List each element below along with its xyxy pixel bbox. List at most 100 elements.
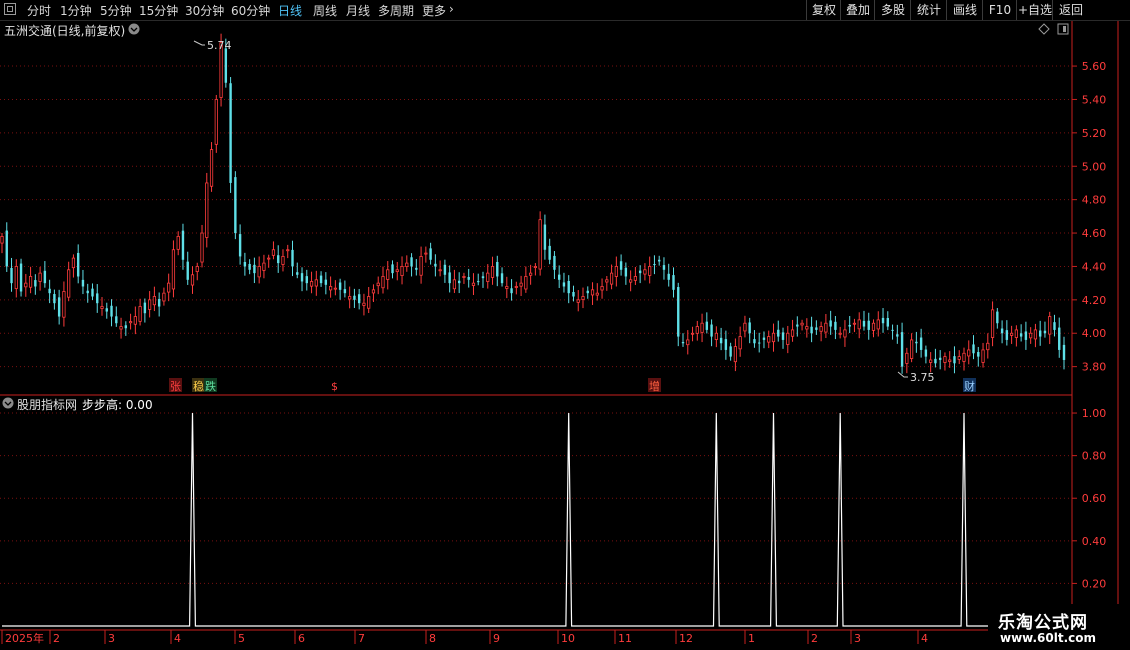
candle [10, 257, 13, 292]
candle [986, 333, 990, 359]
menu-icon[interactable] [4, 3, 16, 15]
period-tab-10[interactable]: 更多 [422, 2, 446, 19]
candle [186, 251, 189, 285]
candle [738, 326, 742, 357]
candle [538, 211, 542, 276]
low-label: 3.75 [910, 371, 935, 384]
indicator-dropdown-icon[interactable] [2, 397, 14, 409]
candle [67, 261, 71, 302]
toolbar-button-6[interactable]: +自选 [1016, 0, 1053, 20]
candle [848, 316, 851, 333]
candle [71, 254, 76, 278]
candle [567, 275, 570, 304]
candle [195, 262, 199, 281]
candle [543, 214, 547, 260]
diamond-icon[interactable] [1038, 23, 1050, 35]
toolbar-button-2[interactable]: 多股 [874, 0, 911, 20]
candle [719, 327, 723, 351]
candle [171, 240, 176, 298]
period-toolbar: 分时 1分钟 5分钟 15分钟 30分钟 60分钟 日线 周线 月线 多周期 更多 › 复权 叠加 多股统… [0, 0, 1130, 21]
candle [810, 316, 813, 343]
candle [876, 311, 880, 337]
candle [790, 319, 795, 342]
candle [314, 270, 318, 296]
indicator-tick-label: 0.60 [1082, 492, 1107, 505]
candle [243, 252, 247, 276]
toolbar-button-7[interactable]: 返回 [1052, 0, 1089, 20]
candles [0, 33, 1066, 374]
candle [1058, 317, 1061, 358]
candle [291, 240, 294, 277]
date-axis: 2025年 2 3 4 5 6 7 8 9 10 11 12 1 2 3 4 [1, 630, 928, 645]
candle [805, 318, 809, 338]
candle [405, 255, 409, 272]
panel-toggle-icon[interactable] [1057, 23, 1069, 35]
candle [329, 276, 333, 298]
price-tick-label: 5.40 [1082, 93, 1107, 106]
period-tab-7[interactable]: 周线 [313, 2, 337, 19]
candle [333, 280, 337, 296]
candle [781, 327, 785, 349]
indicator-tick-label: 0.40 [1082, 535, 1107, 548]
candle [834, 316, 837, 340]
kline-chart[interactable]: 3.80 4.00 4.20 4.40 4.60 4.80 5.00 5.20 5.40 5.60… [0, 21, 1130, 650]
candle [590, 282, 595, 305]
period-tab-8[interactable]: 月线 [346, 2, 370, 19]
candle [662, 257, 666, 280]
candle [234, 171, 237, 240]
period-tab-1[interactable]: 1分钟 [60, 2, 92, 19]
candle [871, 319, 876, 338]
period-tab-5[interactable]: 60分钟 [231, 2, 270, 19]
event-label: 张 [170, 380, 181, 393]
period-tab-4[interactable]: 30分钟 [185, 2, 224, 19]
high-annotation: 5.74 [193, 39, 232, 52]
candle [1053, 314, 1056, 337]
candle [605, 276, 609, 291]
candle [1010, 325, 1014, 344]
candle [1033, 323, 1038, 348]
candle [762, 331, 766, 349]
candle [843, 320, 847, 347]
candle [248, 259, 251, 275]
event-label: 财 [964, 379, 975, 393]
candle [190, 266, 195, 294]
candle [471, 273, 476, 296]
candle [533, 263, 537, 276]
toolbar-button-4[interactable]: 画线 [946, 0, 983, 20]
low-annotation: 3.75 [897, 371, 935, 384]
candle [376, 276, 380, 295]
main-gridlines [0, 65, 1072, 368]
candle [524, 266, 528, 293]
candle [138, 298, 142, 326]
more-chevron-icon[interactable]: › [449, 2, 454, 16]
candle [53, 289, 56, 310]
candle [14, 259, 18, 298]
candle [695, 320, 699, 341]
candle [633, 266, 637, 286]
candle [205, 172, 209, 248]
candle [262, 254, 266, 279]
date-tick-label: 8 [429, 632, 436, 645]
indicator-tick-label: 0.80 [1082, 450, 1107, 463]
period-tab-9[interactable]: 多周期 [378, 2, 414, 19]
toolbar-button-3[interactable]: 统计 [910, 0, 947, 20]
toolbar-button-1[interactable]: 叠加 [840, 0, 875, 20]
period-tab-3[interactable]: 15分钟 [139, 2, 178, 19]
period-tab-2[interactable]: 5分钟 [100, 2, 132, 19]
candle [1014, 325, 1018, 347]
toolbar-button-0[interactable]: 复权 [806, 0, 841, 20]
candle [505, 276, 509, 299]
toolbar-button-5[interactable]: F10 [982, 0, 1017, 20]
candle [305, 269, 308, 291]
event-label: 跌 [205, 379, 216, 393]
candle [62, 281, 66, 327]
candle [362, 293, 366, 316]
candle [677, 282, 680, 347]
main-title-dropdown-icon[interactable] [128, 23, 140, 35]
candle [267, 254, 271, 268]
candle [338, 278, 342, 300]
candle [815, 320, 818, 335]
period-tab-0[interactable]: 分时 [27, 2, 51, 19]
candle [700, 313, 704, 343]
period-tab-6[interactable]: 日线 [278, 2, 302, 19]
